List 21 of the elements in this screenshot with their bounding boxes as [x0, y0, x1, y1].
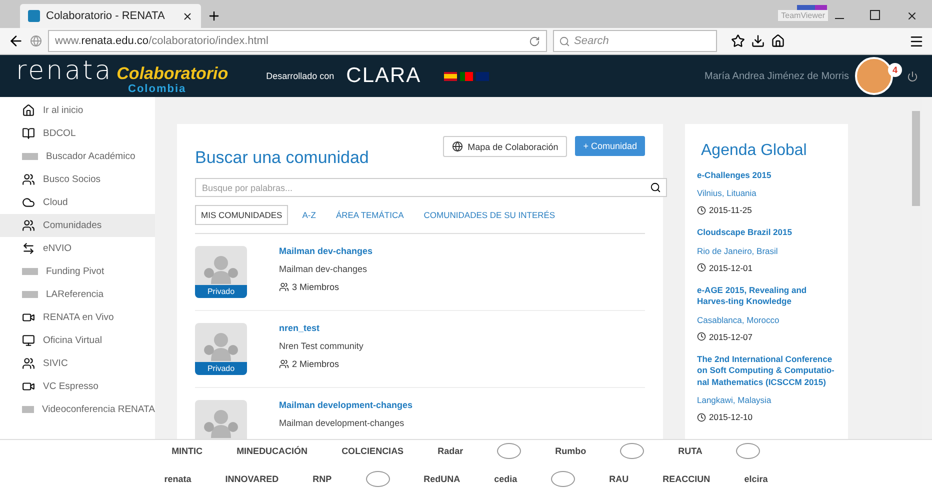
event-place: Langkawi, Malaysia — [697, 395, 772, 406]
member-count: 3 Miembros — [279, 282, 373, 292]
member-count: 2 Miembros — [279, 359, 364, 369]
event-place: Casablanca, Morocco — [697, 314, 780, 325]
page-title: Buscar una comunidad — [195, 147, 369, 168]
community-description: Mailman development-changes — [279, 418, 406, 428]
tooltip: TeamViewer — [778, 10, 828, 21]
event-place: Vilnius, Lituania — [697, 188, 758, 198]
event-place: Rio de Janeiro, Brasil — [697, 246, 779, 256]
event-date: 2015-11-25 — [697, 205, 836, 216]
event-date: 2015-12-01 — [697, 262, 836, 273]
agenda-title: Agenda Global — [701, 142, 808, 160]
event-date: 2015-12-07 — [697, 332, 836, 342]
community-description: Nren Test community — [279, 341, 364, 351]
private-label: Privado — [195, 285, 247, 298]
tab-title: Colaboratorio - RENATA — [46, 10, 166, 22]
event-date: 2015-12-10 — [697, 412, 836, 422]
private-label: Privado — [195, 362, 247, 375]
community-description: Mailman dev-changes — [279, 264, 368, 274]
notification-count: 4 — [888, 63, 902, 77]
developed-by-label: Desarrollado con — [266, 71, 334, 81]
